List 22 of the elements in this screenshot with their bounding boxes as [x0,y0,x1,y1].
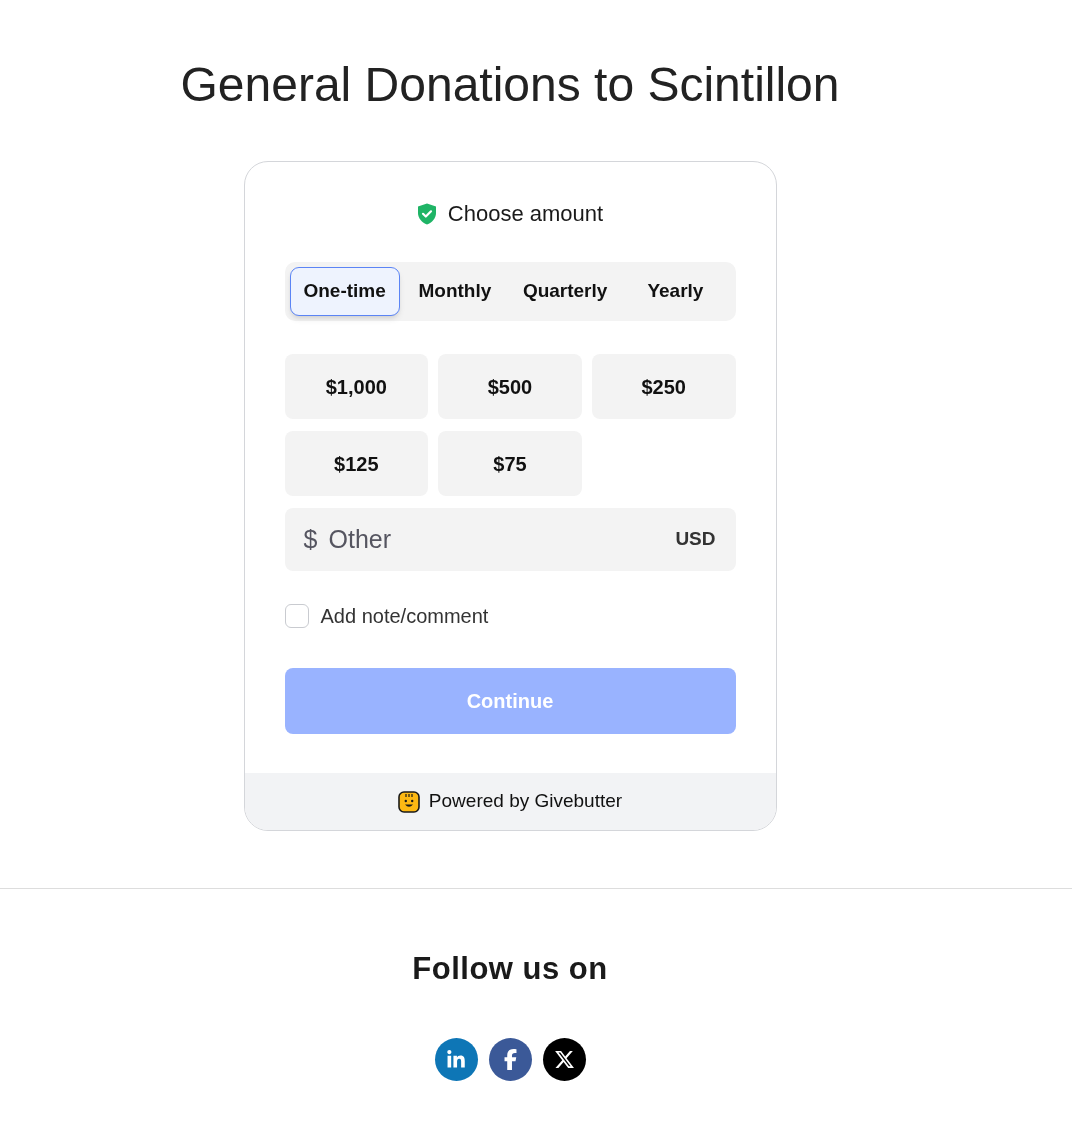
page-title: General Donations to Scintillon [180,57,840,113]
currency-code: USD [675,528,716,550]
facebook-icon[interactable] [488,1038,532,1081]
form-heading: Choose amount [447,202,604,226]
frequency-tab[interactable]: Quarterly [510,267,621,316]
shield-check-icon [416,203,437,225]
amount-option[interactable]: $1,000 [284,354,429,419]
amount-option[interactable]: $75 [438,431,582,496]
amount-option[interactable]: $125 [284,431,429,496]
linkedin-icon[interactable] [434,1038,478,1081]
amount-option[interactable]: $250 [591,354,736,419]
frequency-tab[interactable]: Monthly [399,267,510,316]
amount-option[interactable]: $500 [438,354,582,419]
note-checkbox-label: Add note/comment [320,604,489,629]
powered-by-text: Powered by Givebutter [428,789,623,814]
x-logo-icon[interactable] [542,1038,586,1081]
smiling-face-icon [397,790,420,813]
frequency-tab[interactable]: One-time [289,267,400,316]
note-checkbox[interactable] [284,604,309,628]
follow-heading: Follow us on [412,951,608,987]
frequency-tab[interactable]: Yearly [620,267,731,316]
currency-symbol: $ [303,524,318,554]
